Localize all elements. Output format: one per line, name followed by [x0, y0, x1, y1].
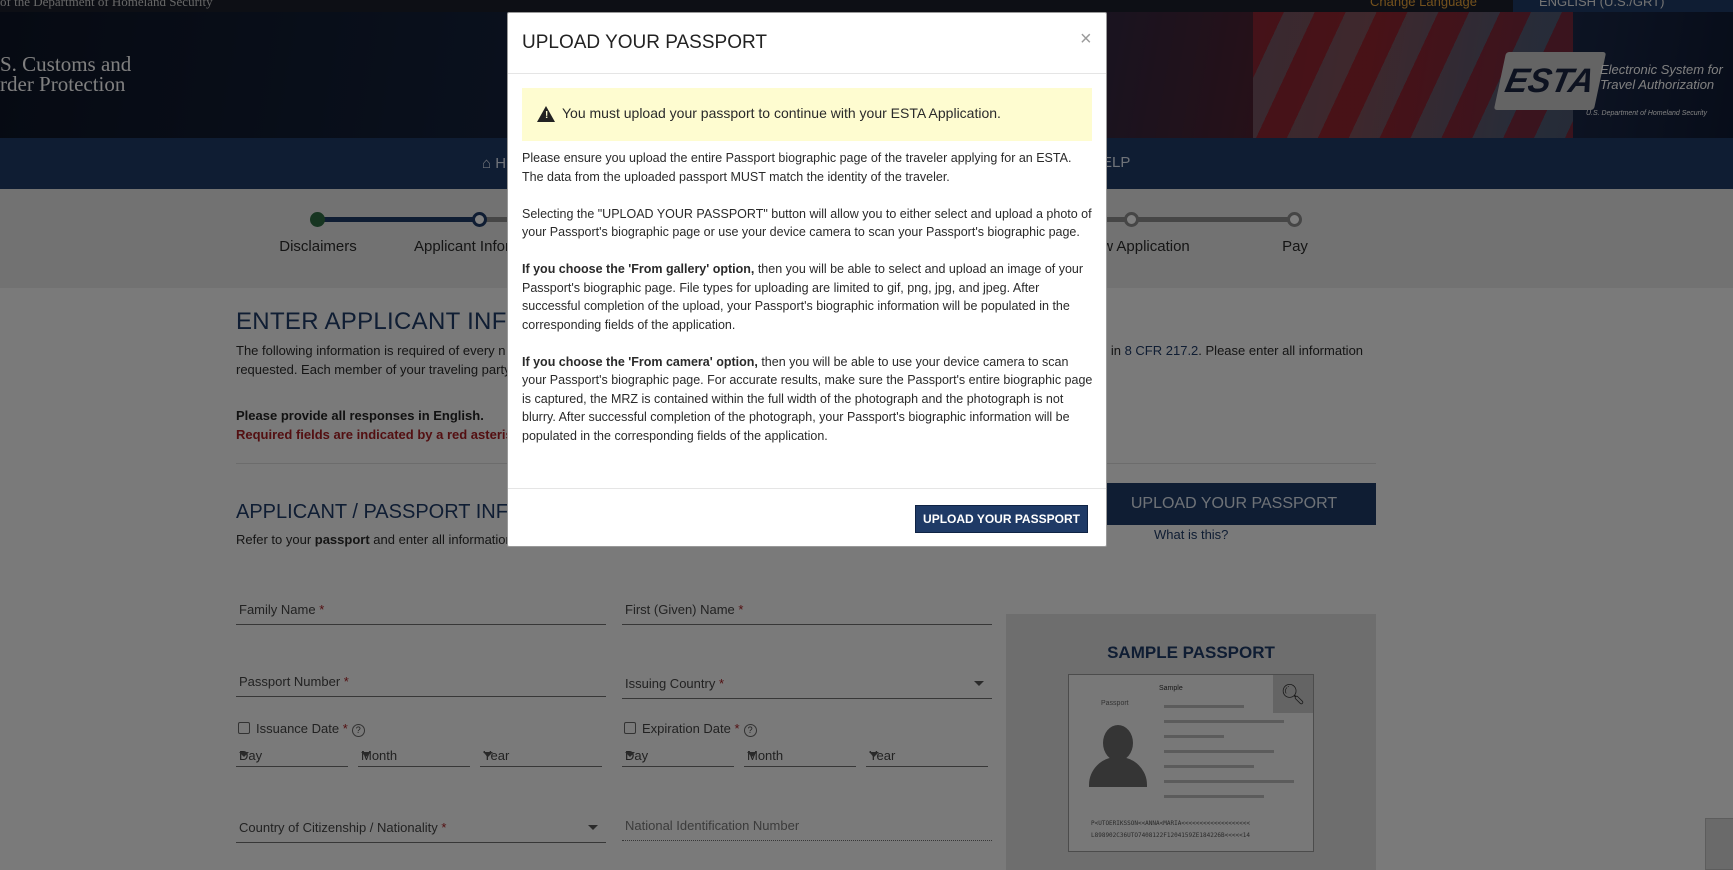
upload-passport-modal: UPLOAD YOUR PASSPORT × ! You must upload… — [507, 12, 1107, 547]
gallery-option-heading: If you choose the 'From gallery' option, — [522, 262, 755, 276]
modal-paragraph-3: If you choose the 'From gallery' option,… — [522, 260, 1094, 334]
close-icon[interactable]: × — [1080, 28, 1092, 51]
modal-paragraph-1: Please ensure you upload the entire Pass… — [522, 151, 1072, 184]
alert-text: You must upload your passport to continu… — [562, 105, 1001, 121]
modal-body: Please ensure you upload the entire Pass… — [522, 149, 1094, 464]
modal-paragraph-2: Selecting the "UPLOAD YOUR PASSPORT" but… — [522, 206, 1092, 240]
modal-title: UPLOAD YOUR PASSPORT — [522, 32, 767, 53]
modal-upload-passport-button[interactable]: UPLOAD YOUR PASSPORT — [915, 505, 1088, 533]
camera-option-heading: If you choose the 'From camera' option, — [522, 354, 758, 369]
warning-icon: ! — [537, 106, 555, 122]
modal-paragraph-4: If you choose the 'From camera' option, … — [522, 353, 1094, 446]
modal-footer-divider — [508, 488, 1106, 489]
modal-header-divider — [508, 73, 1106, 74]
warning-alert: ! You must upload your passport to conti… — [522, 88, 1092, 141]
